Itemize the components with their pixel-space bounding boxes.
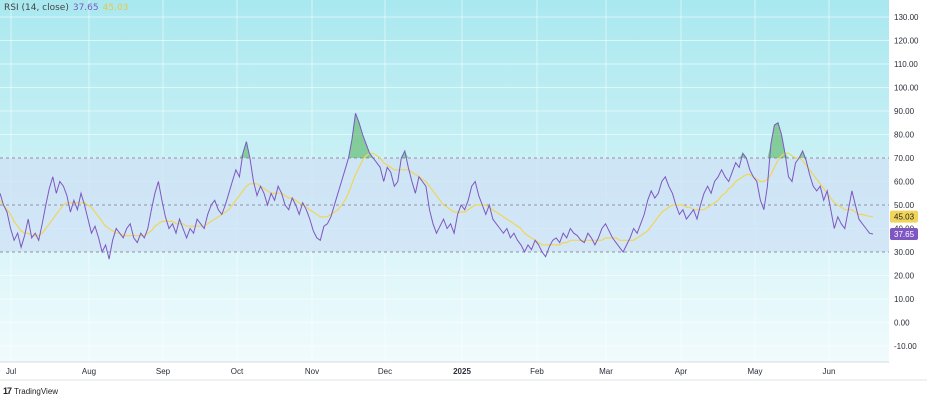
x-tick-label: Jul (6, 367, 16, 376)
x-tick-label: May (747, 367, 762, 376)
y-tick-label: 0.00 (894, 319, 910, 328)
y-tick-label: 100.00 (894, 84, 919, 93)
y-tick-label: 90.00 (894, 107, 915, 116)
x-tick-label: Jun (823, 367, 836, 376)
x-tick-label: Mar (599, 367, 613, 376)
ma-legend-value: 45.03 (102, 3, 129, 13)
y-tick-label: -10.00 (894, 342, 917, 351)
y-tick-label: 30.00 (894, 248, 915, 257)
tradingview-brand[interactable]: 17 TradingView (3, 386, 58, 396)
x-tick-label: Nov (305, 367, 319, 376)
indicator-legend[interactable]: RSI (14, close) 37.65 45.03 (4, 3, 128, 13)
tradingview-logo-icon: 17 (3, 386, 12, 396)
x-tick-label: Dec (378, 367, 392, 376)
x-tick-label: 2025 (453, 367, 471, 376)
x-tick-label: Oct (231, 367, 244, 376)
price-marker-value: 37.65 (894, 230, 915, 239)
rsi-chart-panel: 130.00 120.00 110.00 100.00 90.00 80.00 70.00 6… (0, 0, 927, 405)
price-marker-value: 45.03 (894, 213, 915, 222)
indicator-name: RSI (14, close) (4, 3, 69, 13)
y-tick-label: 60.00 (894, 178, 915, 187)
y-tick-label: 10.00 (894, 295, 915, 304)
y-tick-label: 80.00 (894, 131, 915, 140)
brand-name: TradingView (14, 386, 59, 396)
y-tick-label: 20.00 (894, 272, 915, 281)
y-tick-label: 50.00 (894, 201, 915, 210)
y-tick-label: 120.00 (894, 37, 919, 46)
x-tick-label: Sep (156, 367, 171, 376)
y-tick-label: 70.00 (894, 154, 915, 163)
y-tick-label: 130.00 (894, 13, 919, 22)
rsi-legend-value: 37.65 (72, 3, 99, 13)
chart-canvas[interactable]: 130.00 120.00 110.00 100.00 90.00 80.00 70.00 6… (0, 0, 927, 405)
x-tick-label: Aug (82, 367, 96, 376)
x-tick-label: Feb (530, 367, 544, 376)
x-tick-label: Apr (675, 367, 688, 376)
y-tick-label: 110.00 (894, 60, 918, 69)
